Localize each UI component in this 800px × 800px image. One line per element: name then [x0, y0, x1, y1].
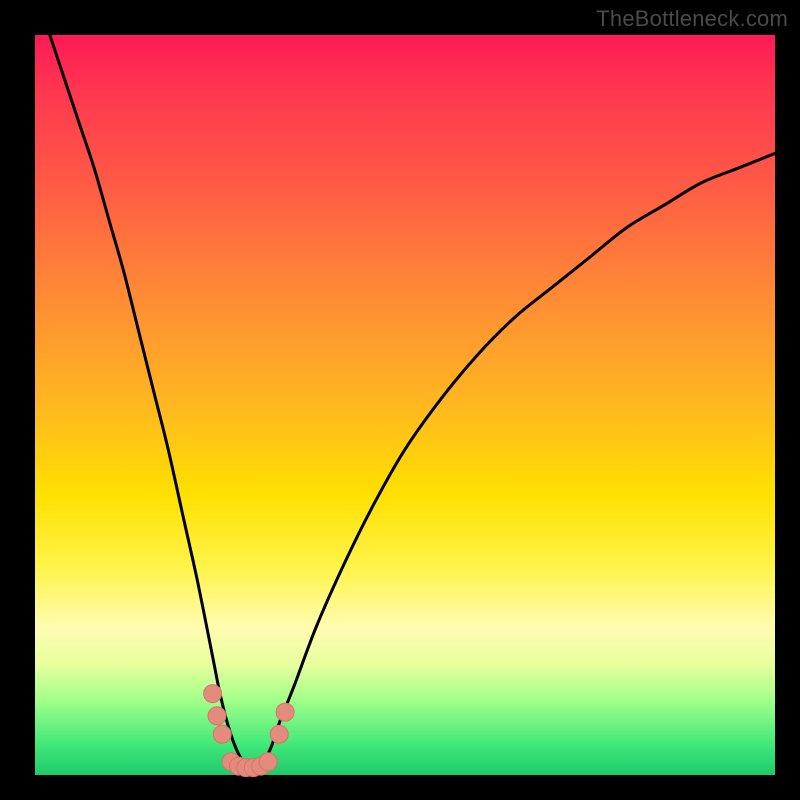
curve-marker [259, 753, 277, 771]
plot-area [35, 35, 775, 775]
curve-marker [208, 707, 226, 725]
watermark-text: TheBottleneck.com [596, 6, 788, 32]
curve-marker [276, 703, 294, 721]
chart-frame: TheBottleneck.com [0, 0, 800, 800]
curve-marker [204, 685, 222, 703]
curve-marker [213, 725, 231, 743]
curve-marker [270, 725, 288, 743]
bottleneck-curve [50, 35, 775, 769]
curve-svg [35, 35, 775, 775]
curve-markers [204, 685, 295, 777]
